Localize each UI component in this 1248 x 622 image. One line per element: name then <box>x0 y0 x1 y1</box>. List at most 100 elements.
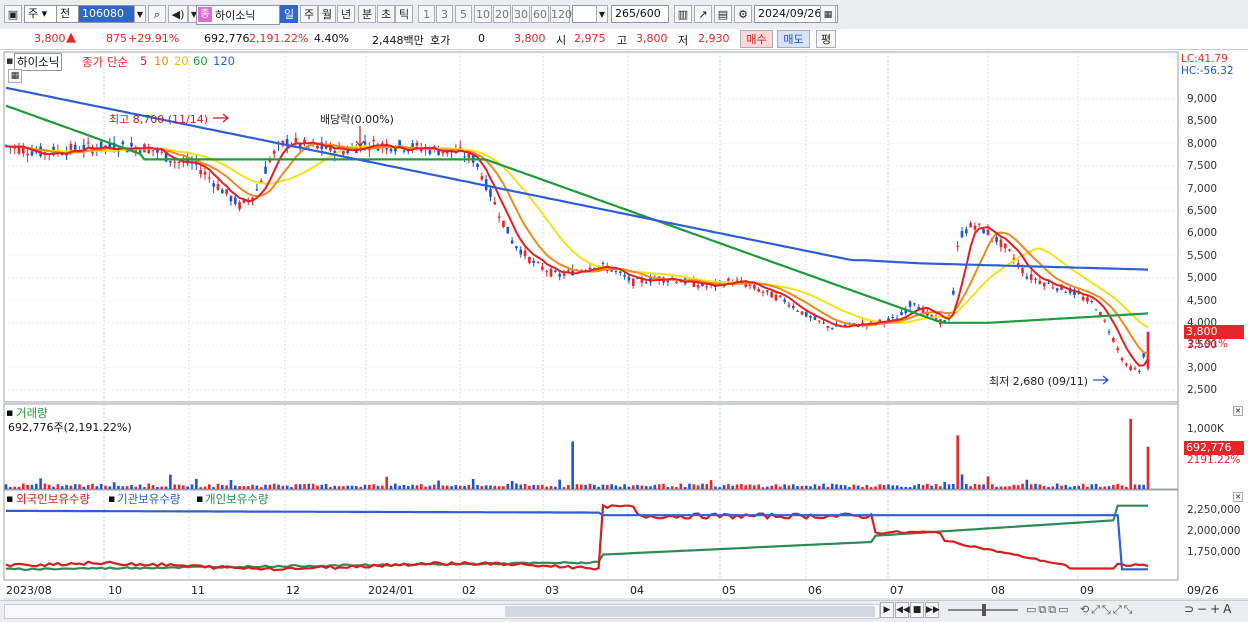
volume-bar <box>1133 484 1137 489</box>
volume-bar <box>160 486 164 489</box>
stock-chart-canvas[interactable] <box>0 50 1248 600</box>
volume-bar <box>285 485 289 489</box>
volume-bar <box>125 486 129 489</box>
volume-bar <box>722 485 726 489</box>
price-ytick: 4,500 <box>1187 294 1218 307</box>
period-tab-2[interactable]: 주 <box>300 5 318 23</box>
candle-body <box>973 225 977 230</box>
search-icon[interactable]: ⌕ <box>148 5 166 23</box>
volume-bar <box>1008 486 1011 489</box>
candle-body <box>121 141 125 145</box>
table-icon[interactable]: ▦ <box>8 69 22 83</box>
save-icon[interactable]: ▤ <box>714 5 732 23</box>
period-tab-6[interactable]: 초 <box>377 5 395 23</box>
draw-tool-icon[interactable]: ↗ <box>694 5 712 23</box>
holding-panel-close-icon[interactable]: ✕ <box>1233 492 1243 502</box>
rewind-icon[interactable]: ◀◀ <box>895 602 910 618</box>
volume-bar <box>1142 484 1145 489</box>
candle-body <box>372 139 375 142</box>
interval-button-2[interactable]: 3 <box>436 5 453 23</box>
drawing-tools-icon[interactable]: ⟲⤢⤡⤢⤡ <box>1080 603 1134 617</box>
candle-body <box>952 290 955 295</box>
candle-body <box>813 316 817 320</box>
speaker-icon[interactable]: ◀) <box>168 5 188 23</box>
volume-bar <box>30 484 34 489</box>
volume-bar <box>281 485 285 489</box>
volume-bar <box>195 478 198 489</box>
scroll-right-icon[interactable]: ▶ <box>880 602 894 618</box>
volume-bar <box>493 485 497 489</box>
zoom-controls-icon[interactable]: ⊃−+A <box>1184 602 1234 616</box>
volume-bar <box>151 485 155 489</box>
zoom-slider-thumb[interactable] <box>982 604 986 616</box>
volume-bar <box>662 483 665 489</box>
settings-gear-icon[interactable]: ⚙ <box>734 5 752 23</box>
volume-bar <box>502 486 505 489</box>
hoga-price: 3,800 <box>514 32 546 45</box>
volume-bar <box>679 483 683 489</box>
interval-button-7[interactable]: 60 <box>531 5 549 23</box>
code-dropdown-icon[interactable]: ▼ <box>134 5 146 23</box>
volume-bar <box>696 485 700 489</box>
volume-bar <box>601 484 605 489</box>
period-tab-3[interactable]: 월 <box>318 5 336 23</box>
volume-bar <box>562 487 566 489</box>
bar-count-field[interactable]: 265/600 <box>611 5 669 23</box>
volume-bar <box>290 487 293 489</box>
volume-bar <box>17 486 21 489</box>
custom-period-dropdown-icon[interactable]: ▼ <box>596 5 608 23</box>
interval-button-5[interactable]: 20 <box>493 5 511 23</box>
candle-body <box>796 310 799 312</box>
volume-bar <box>389 485 393 489</box>
volume-bar <box>394 483 397 489</box>
stock-name-box[interactable]: 종 하이소닉 <box>196 5 280 25</box>
layout-tools-icon[interactable]: ▭⧉⧉▭ <box>1026 603 1071 617</box>
candle-body <box>389 148 393 152</box>
window-menu-icon[interactable]: ▣ <box>4 5 22 23</box>
candle-body <box>1086 297 1089 302</box>
period-tab-1[interactable]: 일 <box>280 5 298 23</box>
stop-icon[interactable]: ■ <box>910 602 924 618</box>
chart-type-icon[interactable]: ▥ <box>674 5 692 23</box>
candle-body <box>757 288 760 292</box>
interval-button-1[interactable]: 1 <box>418 5 435 23</box>
evaluation-button[interactable]: 평 <box>816 30 836 48</box>
market-select[interactable]: 주 ▾ <box>24 5 60 23</box>
volume-bar <box>1038 484 1042 489</box>
interval-button-3[interactable]: 5 <box>455 5 472 23</box>
interval-button-6[interactable]: 30 <box>512 5 530 23</box>
candle-body <box>804 312 808 317</box>
change-value: 875 <box>106 32 127 45</box>
volume-bar <box>995 486 998 489</box>
volume-bar <box>554 486 557 489</box>
volume-panel-close-icon[interactable]: ✕ <box>1233 406 1243 416</box>
volume-bar <box>415 485 419 489</box>
volume-bar <box>497 486 501 489</box>
volume-bar <box>268 484 272 489</box>
interval-button-4[interactable]: 10 <box>474 5 492 23</box>
scroll-track[interactable] <box>4 604 880 619</box>
scope-select[interactable]: 전 <box>56 5 80 23</box>
volume-bar <box>1120 485 1124 489</box>
zoom-slider[interactable] <box>948 604 1018 616</box>
period-tab-5[interactable]: 분 <box>358 5 376 23</box>
fast-forward-icon[interactable]: ▶▶ <box>925 602 940 618</box>
candle-body <box>1081 296 1085 300</box>
period-tab-4[interactable]: 년 <box>337 5 355 23</box>
volume-bar <box>519 484 523 489</box>
candle-body <box>558 273 561 277</box>
candle-body <box>761 291 765 293</box>
volume-bar <box>567 484 570 489</box>
candle-body <box>415 142 419 146</box>
volume-bar <box>303 484 306 489</box>
sell-button[interactable]: 매도 <box>777 30 810 48</box>
buy-button[interactable]: 매수 <box>740 30 773 48</box>
period-tab-7[interactable]: 틱 <box>395 5 413 23</box>
xaxis-label: 08 <box>991 584 1005 597</box>
scroll-thumb[interactable] <box>505 606 875 617</box>
volume-bar <box>804 485 808 489</box>
last-price-pct: 29.91% <box>1188 338 1229 350</box>
volume-bar <box>822 483 825 489</box>
calendar-icon[interactable]: ▦ <box>820 5 836 23</box>
interval-button-8[interactable]: 120 <box>550 5 572 23</box>
